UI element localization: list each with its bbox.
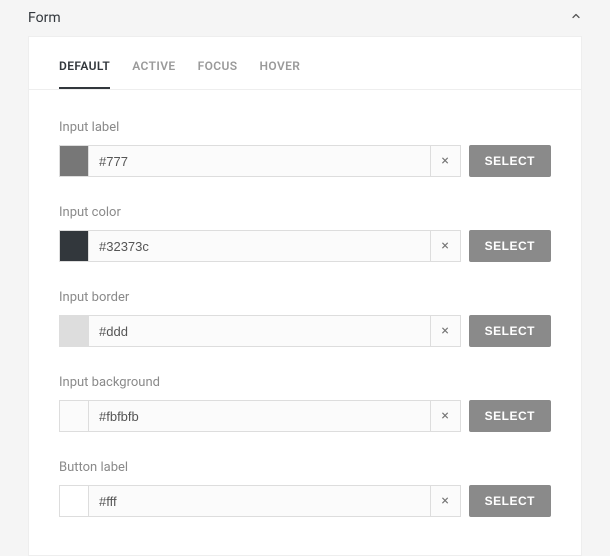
select-button[interactable]: SELECT xyxy=(469,230,551,262)
select-button[interactable]: SELECT xyxy=(469,315,551,347)
color-swatch[interactable] xyxy=(59,230,89,262)
form-card: DEFAULT ACTIVE FOCUS HOVER Input label ×… xyxy=(28,36,582,556)
field-input-color: Input color × SELECT xyxy=(59,205,551,262)
color-value-input[interactable] xyxy=(89,230,431,262)
color-value-input[interactable] xyxy=(89,485,431,517)
color-swatch[interactable] xyxy=(59,485,89,517)
color-value-input[interactable] xyxy=(89,145,431,177)
color-swatch[interactable] xyxy=(59,315,89,347)
clear-button[interactable]: × xyxy=(431,230,461,262)
field-label: Input label xyxy=(59,120,551,135)
tab-focus[interactable]: FOCUS xyxy=(198,59,238,89)
color-value-input[interactable] xyxy=(89,400,431,432)
select-button[interactable]: SELECT xyxy=(469,145,551,177)
tab-hover[interactable]: HOVER xyxy=(260,59,301,89)
field-input-background: Input background × SELECT xyxy=(59,375,551,432)
fields-container: Input label × SELECT Input color xyxy=(29,90,581,555)
field-button-label: Button label × SELECT xyxy=(59,460,551,517)
clear-button[interactable]: × xyxy=(431,485,461,517)
select-button[interactable]: SELECT xyxy=(469,485,551,517)
field-input-label: Input label × SELECT xyxy=(59,120,551,177)
state-tabs: DEFAULT ACTIVE FOCUS HOVER xyxy=(29,37,581,90)
tab-active[interactable]: ACTIVE xyxy=(132,59,175,89)
field-input-border: Input border × SELECT xyxy=(59,290,551,347)
panel-header-form[interactable]: Form xyxy=(0,0,610,36)
color-value-input[interactable] xyxy=(89,315,431,347)
clear-button[interactable]: × xyxy=(431,145,461,177)
field-label: Input border xyxy=(59,290,551,305)
clear-button[interactable]: × xyxy=(431,315,461,347)
select-button[interactable]: SELECT xyxy=(469,400,551,432)
field-label: Input color xyxy=(59,205,551,220)
field-label: Input background xyxy=(59,375,551,390)
field-label: Button label xyxy=(59,460,551,475)
clear-button[interactable]: × xyxy=(431,400,461,432)
chevron-up-icon xyxy=(570,10,582,26)
color-swatch[interactable] xyxy=(59,400,89,432)
panel-title: Form xyxy=(28,10,61,26)
color-swatch[interactable] xyxy=(59,145,89,177)
tab-default[interactable]: DEFAULT xyxy=(59,59,110,89)
